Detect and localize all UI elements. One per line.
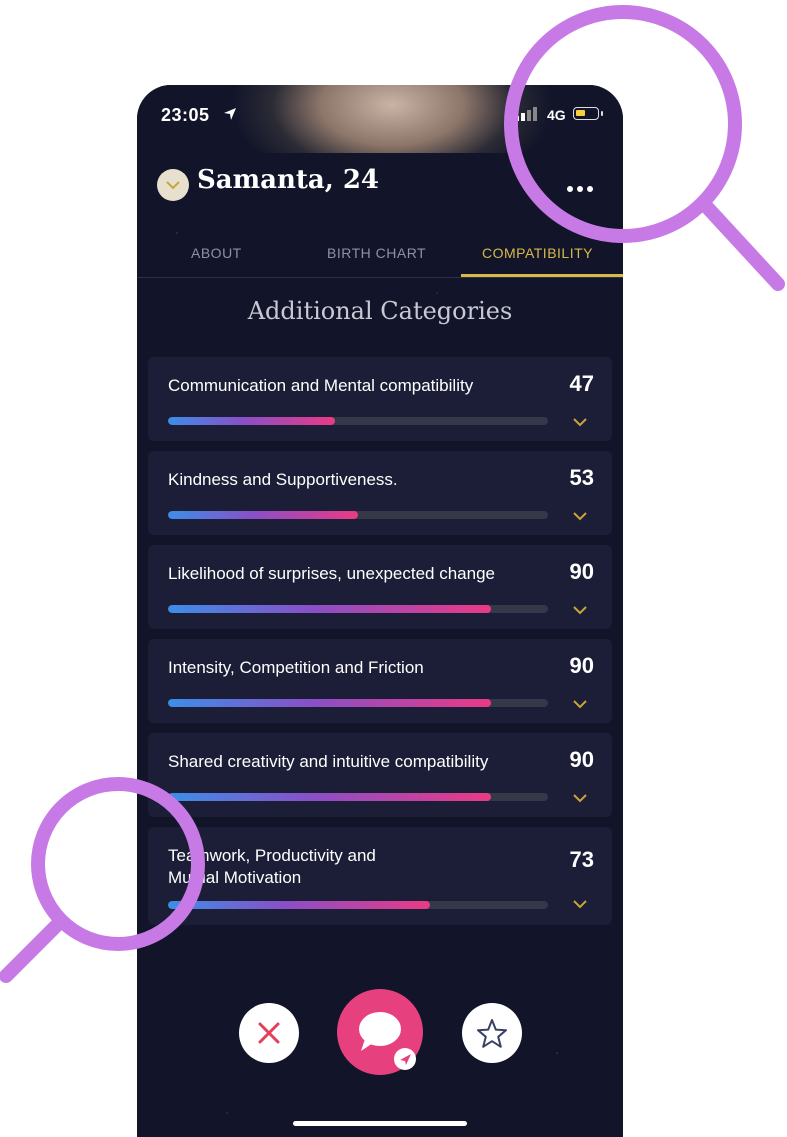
tab-about[interactable]: ABOUT: [191, 245, 242, 261]
progress-track: [168, 793, 548, 801]
chevron-down-icon[interactable]: [572, 511, 588, 521]
chevron-down-icon[interactable]: [572, 899, 588, 909]
dislike-button[interactable]: [239, 1003, 299, 1063]
category-card[interactable]: Communication and Mental compatibility 4…: [148, 357, 612, 441]
progress-track: [168, 511, 548, 519]
progress-fill: [168, 417, 336, 425]
profile-name: Samanta, 24: [197, 165, 380, 195]
progress-fill: [168, 511, 358, 519]
tab-birth-chart[interactable]: BIRTH CHART: [327, 245, 426, 261]
category-label: Intensity, Competition and Friction: [168, 658, 424, 677]
category-score: 53: [569, 465, 594, 490]
progress-track: [168, 901, 548, 909]
category-card[interactable]: Kindness and Supportiveness. 53: [148, 451, 612, 535]
category-card[interactable]: Likelihood of surprises, unexpected chan…: [148, 545, 612, 629]
chevron-down-icon[interactable]: [572, 605, 588, 615]
category-label: Kindness and Supportiveness.: [168, 470, 398, 489]
star-icon: [477, 1019, 507, 1048]
category-score: 90: [569, 653, 594, 678]
chevron-down-icon[interactable]: [572, 417, 588, 427]
category-label: Likelihood of surprises, unexpected chan…: [168, 564, 495, 583]
progress-track: [168, 417, 548, 425]
progress-track: [168, 605, 548, 613]
magnifier-icon: [0, 777, 205, 983]
category-label: Communication and Mental compatibility: [168, 376, 474, 395]
category-score: 73: [569, 847, 594, 872]
close-icon: [258, 1022, 280, 1044]
category-score: 90: [569, 747, 594, 772]
collapse-button[interactable]: [157, 169, 189, 201]
chevron-down-icon[interactable]: [572, 699, 588, 709]
chevron-down-icon[interactable]: [572, 793, 588, 803]
location-arrow-icon: [224, 108, 236, 120]
progress-track: [168, 699, 548, 707]
favorite-button[interactable]: [462, 1003, 522, 1063]
chat-bubble-icon: [359, 1012, 416, 1070]
chevron-down-icon: [166, 181, 180, 190]
home-indicator[interactable]: [293, 1121, 467, 1126]
category-score: 90: [569, 559, 594, 584]
progress-fill: [168, 699, 491, 707]
progress-fill: [168, 605, 491, 613]
magnifier-icon: [504, 5, 785, 291]
status-time: 23:05: [161, 105, 210, 125]
category-score: 47: [569, 371, 594, 396]
category-card[interactable]: Intensity, Competition and Friction 90: [148, 639, 612, 723]
message-button[interactable]: [337, 989, 423, 1075]
section-title: Additional Categories: [247, 297, 513, 325]
